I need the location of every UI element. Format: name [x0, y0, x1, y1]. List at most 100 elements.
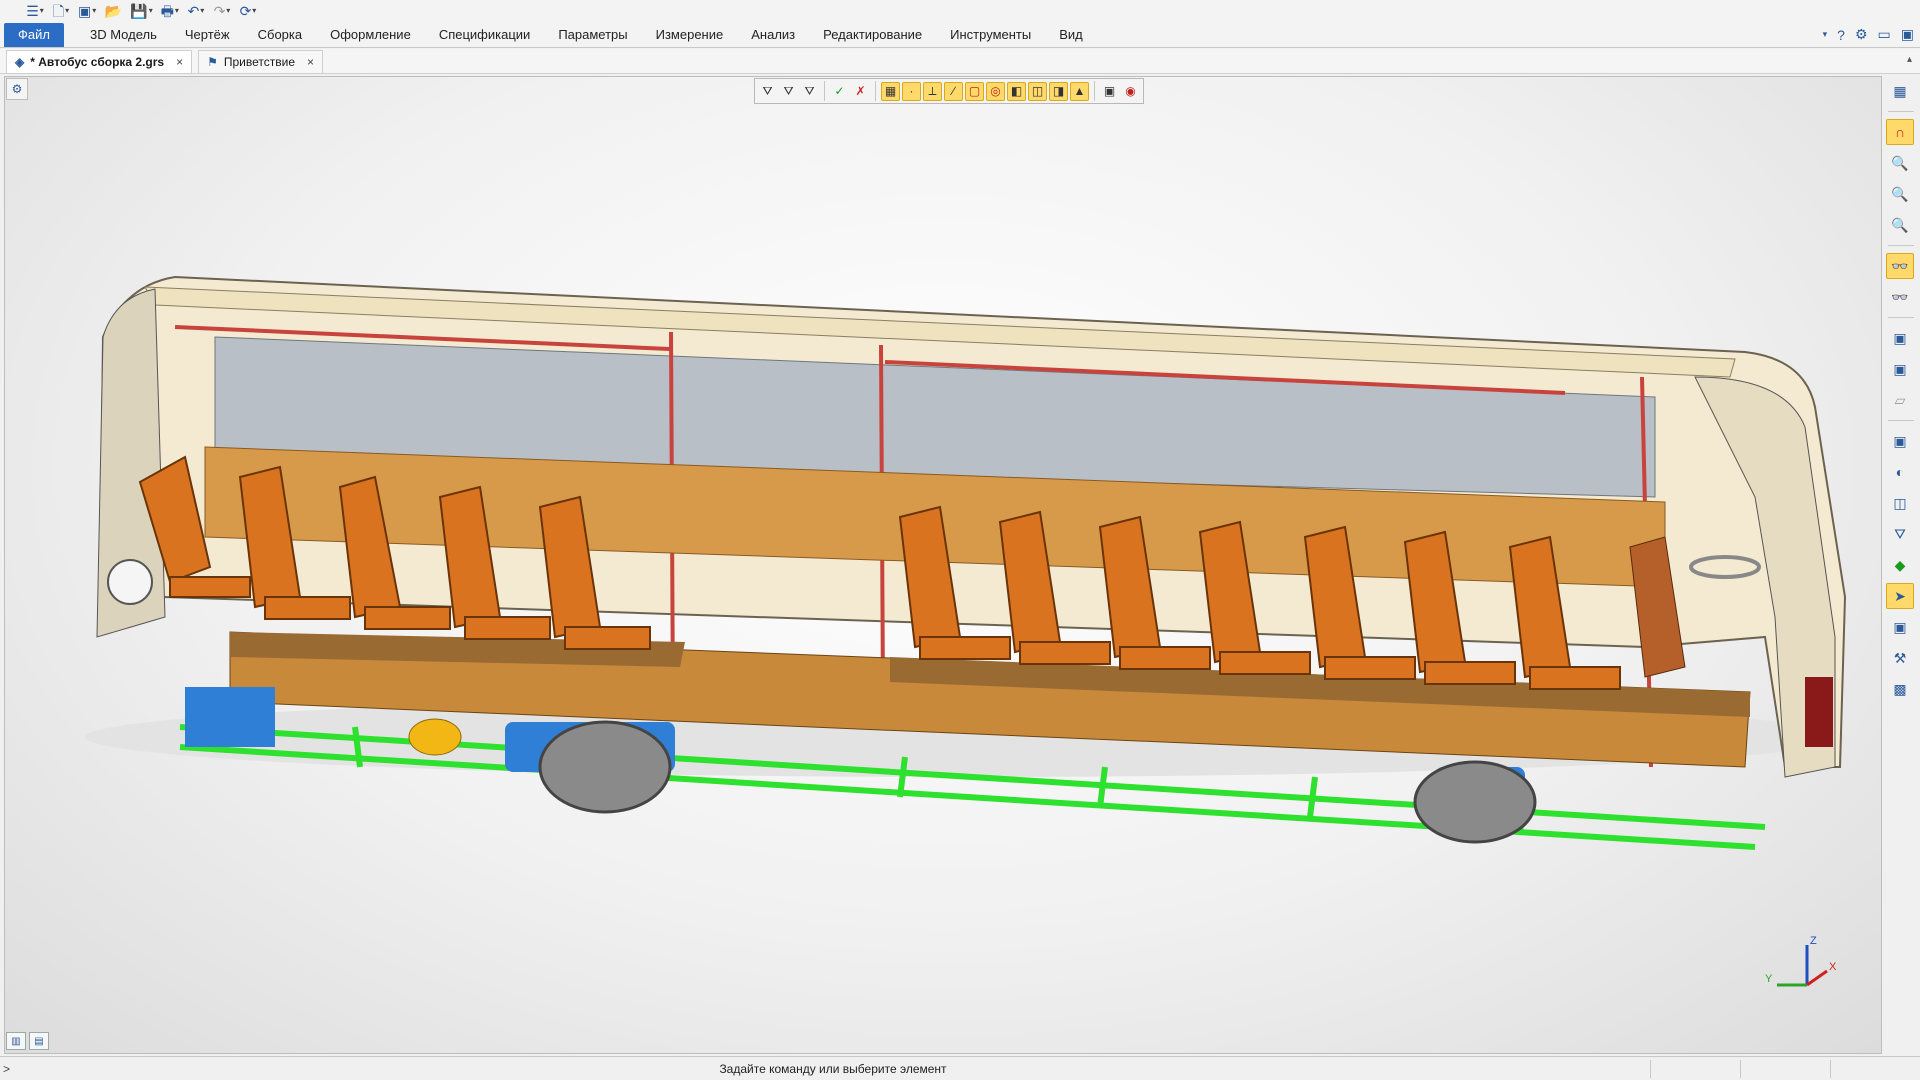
- select-faces-icon[interactable]: ▦: [881, 81, 900, 101]
- select-fragments-icon[interactable]: ◫: [1028, 81, 1047, 101]
- tab-label: Приветствие: [223, 55, 296, 69]
- camera-icon[interactable]: ▩: [1886, 676, 1914, 702]
- select-points-icon[interactable]: ·: [902, 81, 921, 101]
- zoom-window-icon[interactable]: 🔍: [1886, 150, 1914, 176]
- status-message: Задайте команду или выберите элемент: [719, 1061, 947, 1076]
- toolbar-separator: [1888, 317, 1914, 318]
- menu-tools[interactable]: Инструменты: [936, 27, 1045, 42]
- model-icon[interactable]: ▣ ▾: [78, 2, 96, 20]
- select-sketch-icon[interactable]: ▲: [1070, 81, 1089, 101]
- print-icon[interactable]: 🖶 ▾: [161, 2, 179, 20]
- toolbar-separator: [1888, 245, 1914, 246]
- menu-icon[interactable]: ☰ ▾: [26, 2, 44, 20]
- zoom-fit-icon[interactable]: 🔍: [1886, 212, 1914, 238]
- select-red-icon[interactable]: ◉: [1121, 82, 1140, 101]
- axis-y-label: Y: [1765, 973, 1773, 985]
- ribbon-collapse-icon[interactable]: ▾: [1823, 29, 1828, 40]
- regenerate-icon[interactable]: ⟳ ▾: [239, 2, 257, 20]
- new-document-icon[interactable]: 🗋 ▾: [52, 2, 70, 20]
- menu-drawing[interactable]: Чертёж: [171, 27, 244, 42]
- menu-analysis[interactable]: Анализ: [737, 27, 809, 42]
- close-icon[interactable]: ×: [176, 55, 183, 69]
- headlight: [1805, 677, 1833, 747]
- command-prompt[interactable]: >: [0, 1062, 16, 1076]
- quick-access-toolbar: ☰ ▾ 🗋 ▾ ▣ ▾ 📂 💾 ▾ 🖶 ▾ ↶ ▾ ↷ ▾ ⟳ ▾: [0, 0, 1920, 22]
- tab-label: * Автобус сборка 2.grs: [30, 55, 165, 69]
- filter-enable-icon[interactable]: ✓: [830, 82, 849, 101]
- open-folder-icon[interactable]: 📂: [104, 2, 122, 20]
- menu-assembly[interactable]: Сборка: [244, 27, 317, 42]
- settings-gear-icon[interactable]: ⚙: [1855, 26, 1868, 43]
- magnet-icon[interactable]: ∩: [1886, 119, 1914, 145]
- filter-disable-icon[interactable]: ✗: [851, 82, 870, 101]
- menu-view[interactable]: Вид: [1045, 27, 1097, 42]
- menu-specifications[interactable]: Спецификации: [425, 27, 545, 42]
- views-panel-icon[interactable]: ▦: [1886, 78, 1914, 104]
- redo-icon[interactable]: ↷ ▾: [213, 2, 231, 20]
- box-view-icon[interactable]: ▣: [1886, 428, 1914, 454]
- glasses-icon[interactable]: 👓: [1886, 284, 1914, 310]
- arrow-select-icon[interactable]: ➤: [1886, 583, 1914, 609]
- menu-measurement[interactable]: Измерение: [642, 27, 738, 42]
- toolbar-separator: [875, 81, 876, 101]
- sphere-view-icon[interactable]: ◐: [1886, 459, 1914, 485]
- axis-triad: Z Y X: [1765, 935, 1845, 995]
- show-all-icon[interactable]: ▣: [1886, 356, 1914, 382]
- select-solids-icon[interactable]: ◎: [986, 81, 1005, 101]
- close-icon[interactable]: ×: [307, 55, 314, 69]
- flag-icon: ⚑: [207, 55, 218, 69]
- select-bodies-icon[interactable]: ▢: [965, 81, 984, 101]
- filter-icon[interactable]: ⛛: [758, 82, 777, 101]
- toolbar-separator: [1094, 81, 1095, 101]
- tab-bus-assembly[interactable]: ◈ * Автобус сборка 2.grs ×: [6, 50, 193, 73]
- menu-design[interactable]: Оформление: [316, 27, 425, 42]
- split-view-icon[interactable]: ▥: [6, 1032, 26, 1050]
- rear-light: [107, 559, 153, 605]
- menu-parameters[interactable]: Параметры: [544, 27, 641, 42]
- tool-icon[interactable]: ⚒: [1886, 645, 1914, 671]
- toolbar-separator: [1888, 420, 1914, 421]
- filter-settings-icon[interactable]: ⛛: [779, 82, 798, 101]
- toolbar-separator: [824, 81, 825, 101]
- zoom-in-icon[interactable]: 🔍: [1886, 181, 1914, 207]
- menu-file[interactable]: Файл: [4, 22, 64, 47]
- engine: [185, 687, 275, 747]
- document-tabs: ◈ * Автобус сборка 2.grs × ⚑ Приветствие…: [0, 49, 1920, 74]
- 3d-viewport[interactable]: [4, 76, 1882, 1054]
- show-bodies-icon[interactable]: ▣: [1886, 325, 1914, 351]
- help-icon[interactable]: ?: [1837, 27, 1845, 43]
- select-cube-icon[interactable]: ▣: [1100, 82, 1119, 101]
- status-cell: [1740, 1059, 1830, 1078]
- status-cell: [1650, 1059, 1740, 1078]
- filter-list-icon[interactable]: ⛛: [800, 82, 819, 101]
- assembly-doc-icon: ◈: [15, 55, 25, 69]
- status-bar: > Задайте команду или выберите элемент: [0, 1056, 1920, 1080]
- tabs-overflow-icon[interactable]: ▴: [1907, 54, 1912, 65]
- face-view-icon[interactable]: ◫: [1886, 490, 1914, 516]
- selection-filter-toolbar: ⛛ ⛛ ⛛ ✓ ✗ ▦ · ⟂ ∕ ▢ ◎ ◧ ◫ ◨ ▲ ▣ ◉: [754, 78, 1144, 104]
- green-box-icon[interactable]: ◆: [1886, 552, 1914, 578]
- select-edges-icon[interactable]: ∕: [944, 81, 963, 101]
- model-tree-toggle-button[interactable]: ⚙: [6, 78, 28, 100]
- window-layout-icon[interactable]: ▣: [1901, 26, 1914, 43]
- panel-toggle-icon[interactable]: ▭: [1878, 26, 1891, 43]
- undo-icon[interactable]: ↶ ▾: [187, 2, 205, 20]
- glasses-highlight-icon[interactable]: 👓: [1886, 253, 1914, 279]
- muffler: [408, 718, 462, 756]
- menu-editing[interactable]: Редактирование: [809, 27, 936, 42]
- menu-bar: Файл 3D Модель Чертёж Сборка Оформление …: [0, 22, 1920, 48]
- layout-buttons: ▥ ▤: [6, 1032, 49, 1050]
- select-parts-icon[interactable]: ◧: [1007, 81, 1026, 101]
- front-wheel: [1413, 760, 1537, 844]
- tab-welcome[interactable]: ⚑ Приветствие ×: [198, 50, 324, 73]
- select-axes-icon[interactable]: ⟂: [923, 81, 942, 101]
- save-icon[interactable]: 💾 ▾: [130, 2, 152, 20]
- render-mode-icon[interactable]: ▣: [1886, 614, 1914, 640]
- axis-z-label: Z: [1810, 935, 1817, 947]
- single-view-icon[interactable]: ▤: [29, 1032, 49, 1050]
- bus-model: [85, 275, 1847, 850]
- select-operations-icon[interactable]: ◨: [1049, 81, 1068, 101]
- menu-3d-model[interactable]: 3D Модель: [76, 27, 171, 42]
- filter-view-icon[interactable]: ⛛: [1886, 521, 1914, 547]
- section-plane-icon[interactable]: ▱: [1886, 387, 1914, 413]
